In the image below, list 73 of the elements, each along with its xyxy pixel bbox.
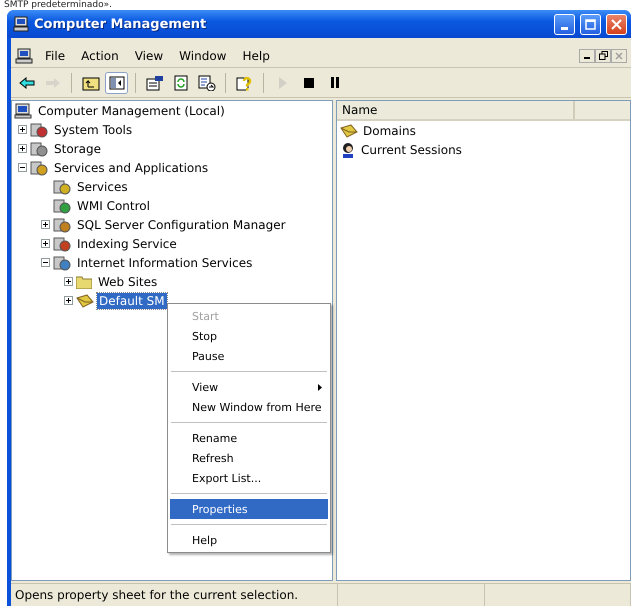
back-arrow-icon (18, 76, 34, 88)
expand-button[interactable] (41, 220, 50, 229)
submenu-arrow-icon (318, 384, 322, 390)
plus-icon (42, 221, 49, 228)
menu-item[interactable]: Rename (170, 428, 328, 448)
plus-icon (19, 126, 26, 133)
menu-item[interactable]: Export List... (170, 468, 328, 488)
properties-icon (146, 74, 164, 90)
envelope-icon (76, 294, 94, 308)
folder-icon (76, 274, 92, 288)
caption-text: SMTP predeterminado». (3, 0, 113, 10)
minimize-icon (561, 26, 568, 30)
stop-icon (304, 78, 314, 88)
menu-item[interactable]: Properties (170, 499, 328, 519)
collapse-button[interactable] (41, 258, 50, 267)
menu-item[interactable]: Window (171, 46, 234, 64)
menu-item[interactable]: File (37, 46, 74, 64)
menu-item[interactable]: Help (234, 46, 278, 64)
list-item[interactable]: Current Sessions (359, 142, 464, 158)
plus-icon (65, 278, 72, 285)
folder-up-icon (82, 74, 100, 90)
close-icon (611, 18, 622, 30)
export-list-icon (198, 74, 216, 90)
expand-button[interactable] (64, 277, 73, 286)
menu-item[interactable]: Refresh (170, 448, 328, 468)
computer-icon (14, 102, 32, 118)
user-icon (340, 142, 356, 158)
tree-item[interactable]: Services and Applications (52, 160, 210, 176)
menu-item[interactable]: View (126, 46, 172, 64)
collapse-button[interactable] (18, 163, 27, 172)
pause-icon (330, 77, 338, 88)
menu-item[interactable]: Pause (170, 346, 328, 366)
plus-icon (42, 240, 49, 247)
menu-item[interactable]: New Window from Here (170, 397, 328, 417)
restore-button[interactable] (595, 48, 611, 62)
tree-item[interactable]: SQL Server Configuration Manager (75, 216, 288, 232)
tree-item[interactable]: Internet Information Services (75, 254, 254, 270)
tree-item[interactable]: Indexing Service (75, 236, 179, 252)
list-item[interactable]: Domains (361, 122, 418, 138)
menu-item[interactable]: Stop (170, 326, 328, 346)
status-text: Opens property sheet for the current selection. (11, 584, 338, 606)
close-icon (615, 52, 623, 60)
envelope-icon (340, 124, 358, 138)
expand-button[interactable] (18, 125, 27, 134)
refresh-icon (174, 74, 188, 90)
minimize-button[interactable] (579, 48, 595, 62)
window-title: Computer Management (34, 16, 208, 32)
minus-icon (42, 259, 49, 266)
plus-icon (65, 297, 72, 304)
minus-icon (19, 164, 26, 171)
maximize-icon (585, 18, 596, 30)
computer-icon (13, 16, 29, 32)
toolbar-button[interactable] (105, 72, 128, 94)
expand-button[interactable] (41, 239, 50, 248)
expand-button[interactable] (18, 144, 27, 153)
tree-item[interactable]: Services (75, 178, 130, 194)
expand-button[interactable] (64, 296, 73, 305)
restore-icon (598, 51, 608, 60)
menu-item[interactable]: View (170, 377, 328, 397)
menu-item[interactable]: Help (170, 530, 328, 550)
plus-icon (19, 145, 26, 152)
computer-icon (15, 48, 33, 64)
maximize-button[interactable] (580, 14, 601, 34)
tree-item[interactable]: Default SM (97, 292, 167, 308)
tree-pane-icon (108, 76, 124, 90)
tree-item[interactable]: WMI Control (75, 198, 152, 214)
help-icon (236, 74, 254, 90)
tree-item[interactable]: System Tools (52, 122, 134, 138)
play-icon (278, 76, 286, 88)
tree-item[interactable]: Web Sites (96, 274, 160, 290)
tree-item[interactable]: Computer Management (Local) (36, 102, 227, 118)
tree-item[interactable]: Storage (52, 140, 103, 156)
menu-item[interactable]: Action (73, 46, 127, 64)
